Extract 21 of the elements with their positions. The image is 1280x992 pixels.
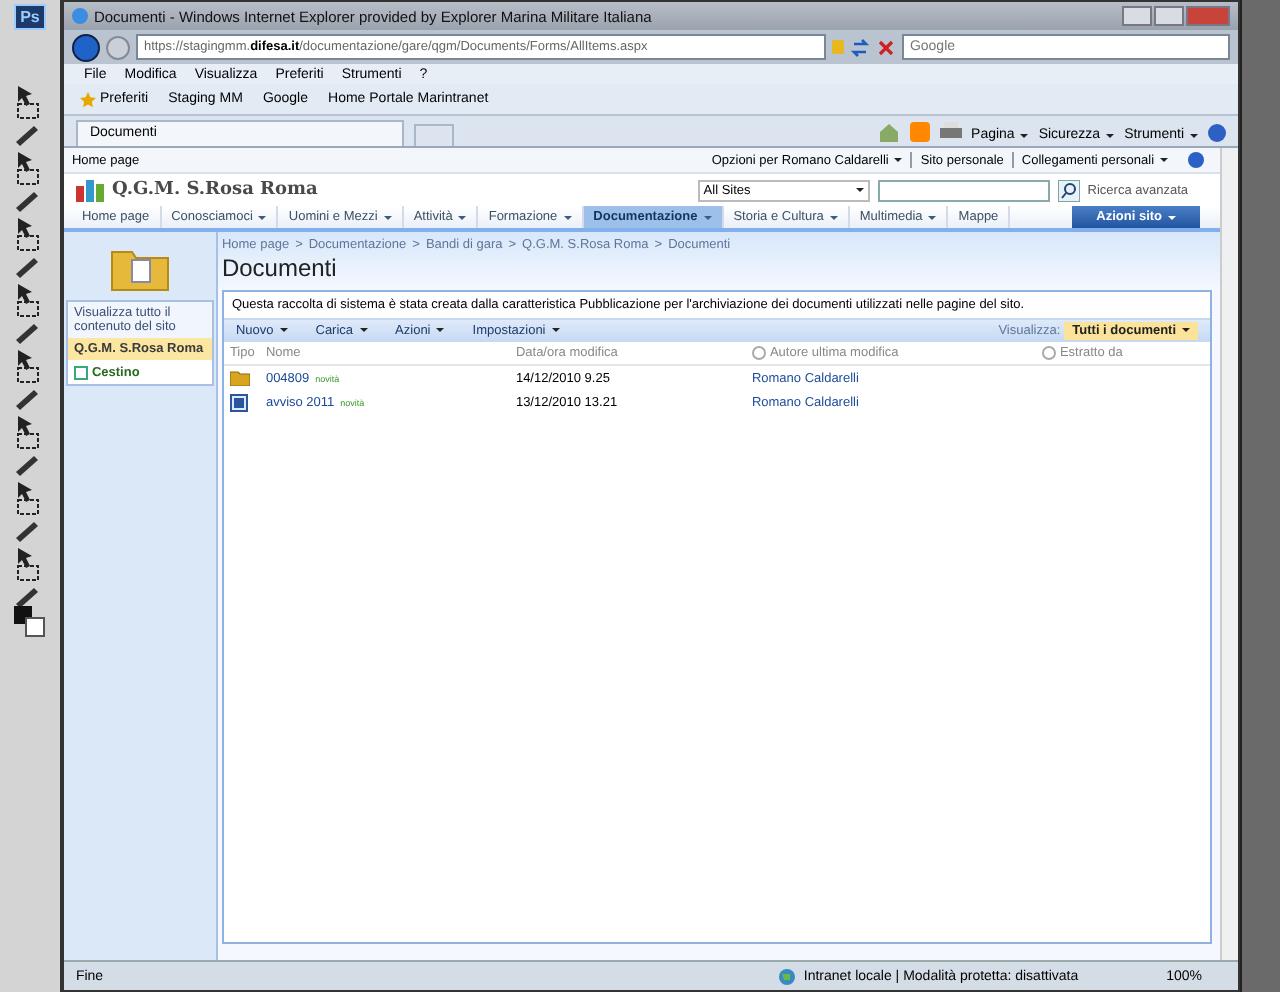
globe-icon [777, 967, 796, 985]
document-icon [229, 393, 248, 411]
page-heading: Documenti [221, 254, 339, 282]
search-icon[interactable] [1057, 179, 1080, 201]
printer-icon[interactable] [939, 122, 962, 142]
search-field[interactable] [877, 179, 1050, 201]
back-button[interactable] [71, 33, 100, 61]
scrollbar[interactable] [1220, 148, 1239, 960]
minimize-button[interactable] [1122, 6, 1153, 26]
forward-button[interactable] [105, 35, 130, 59]
maximize-button[interactable] [1154, 6, 1185, 26]
star-icon [79, 91, 96, 107]
refresh-icon[interactable] [849, 37, 870, 57]
close-button[interactable] [1186, 6, 1231, 26]
site-logo-icon [75, 178, 104, 202]
recycle-bin-icon [73, 364, 88, 380]
stop-icon[interactable] [875, 37, 896, 57]
folder-icon [229, 370, 250, 386]
home-icon[interactable] [877, 122, 900, 142]
app-logo[interactable]: Ps [14, 4, 46, 30]
site-title: Q.G.M. S.Rosa Roma [111, 180, 318, 200]
